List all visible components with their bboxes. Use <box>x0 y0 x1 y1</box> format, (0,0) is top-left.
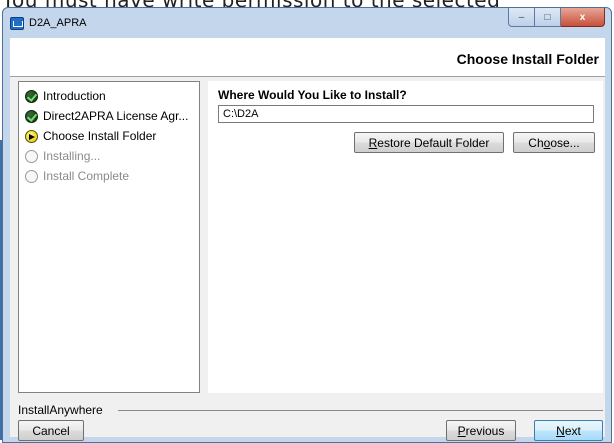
installer-window: D2A_APRA – □ x Choose Install Folder Int… <box>2 7 612 443</box>
page-title: Choose Install Folder <box>456 51 599 67</box>
step-label: Installing... <box>43 149 101 163</box>
caption-buttons: – □ x <box>508 8 605 28</box>
close-icon: x <box>579 11 586 23</box>
minimize-button[interactable]: – <box>508 8 535 27</box>
footer-divider <box>118 410 603 411</box>
button-label: ext <box>564 423 581 438</box>
close-button[interactable]: x <box>561 8 605 27</box>
mnemonic: N <box>556 423 565 438</box>
cancel-button[interactable]: Cancel <box>18 420 84 441</box>
button-label: revious <box>465 423 505 438</box>
next-button[interactable]: Next <box>534 420 603 441</box>
window-title: D2A_APRA <box>29 17 87 29</box>
empty-circle-icon <box>25 169 38 183</box>
step-choose-install-folder: Choose Install Folder <box>25 127 156 145</box>
green-check-icon <box>25 89 38 103</box>
title-bar[interactable]: D2A_APRA – □ x <box>3 8 611 38</box>
header-bar: Choose Install Folder <box>10 38 605 77</box>
step-introduction: Introduction <box>25 87 106 105</box>
mnemonic: R <box>368 135 378 150</box>
minimize-icon: – <box>518 11 525 23</box>
step-label: Direct2APRA License Agr... <box>43 109 189 123</box>
app-icon <box>10 17 24 30</box>
install-location-label: Where Would You Like to Install? <box>218 88 407 102</box>
window-client-area: Choose Install Folder Introduction Direc… <box>10 38 605 441</box>
maximize-button[interactable]: □ <box>535 8 561 27</box>
button-label: estore Default Folder <box>377 135 490 150</box>
maximize-icon: □ <box>544 11 551 23</box>
green-check-icon <box>25 109 38 123</box>
restore-default-folder-button[interactable]: Restore Default Folder <box>354 132 504 153</box>
mnemonic: o <box>543 135 551 150</box>
main-panel: Where Would You Like to Install? Restore… <box>208 81 603 393</box>
step-label: Install Complete <box>43 169 130 183</box>
installanywhere-label: InstallAnywhere <box>18 403 103 417</box>
step-install-complete: Install Complete <box>25 167 129 185</box>
steps-panel: Introduction Direct2APRA License Agr... … <box>18 81 200 393</box>
choose-folder-button[interactable]: Ch o ose... <box>513 132 595 153</box>
button-label: Ch <box>528 135 544 150</box>
empty-circle-icon <box>25 149 38 163</box>
install-path-input[interactable] <box>218 105 594 123</box>
previous-button[interactable]: Previous <box>446 420 516 441</box>
step-installing: Installing... <box>25 147 100 165</box>
step-label: Introduction <box>43 89 106 103</box>
yellow-arrow-icon <box>25 129 38 143</box>
step-label: Choose Install Folder <box>43 129 157 143</box>
mnemonic: P <box>457 423 466 438</box>
button-label: ose... <box>550 135 580 150</box>
step-license-agreement: Direct2APRA License Agr... <box>25 107 188 125</box>
